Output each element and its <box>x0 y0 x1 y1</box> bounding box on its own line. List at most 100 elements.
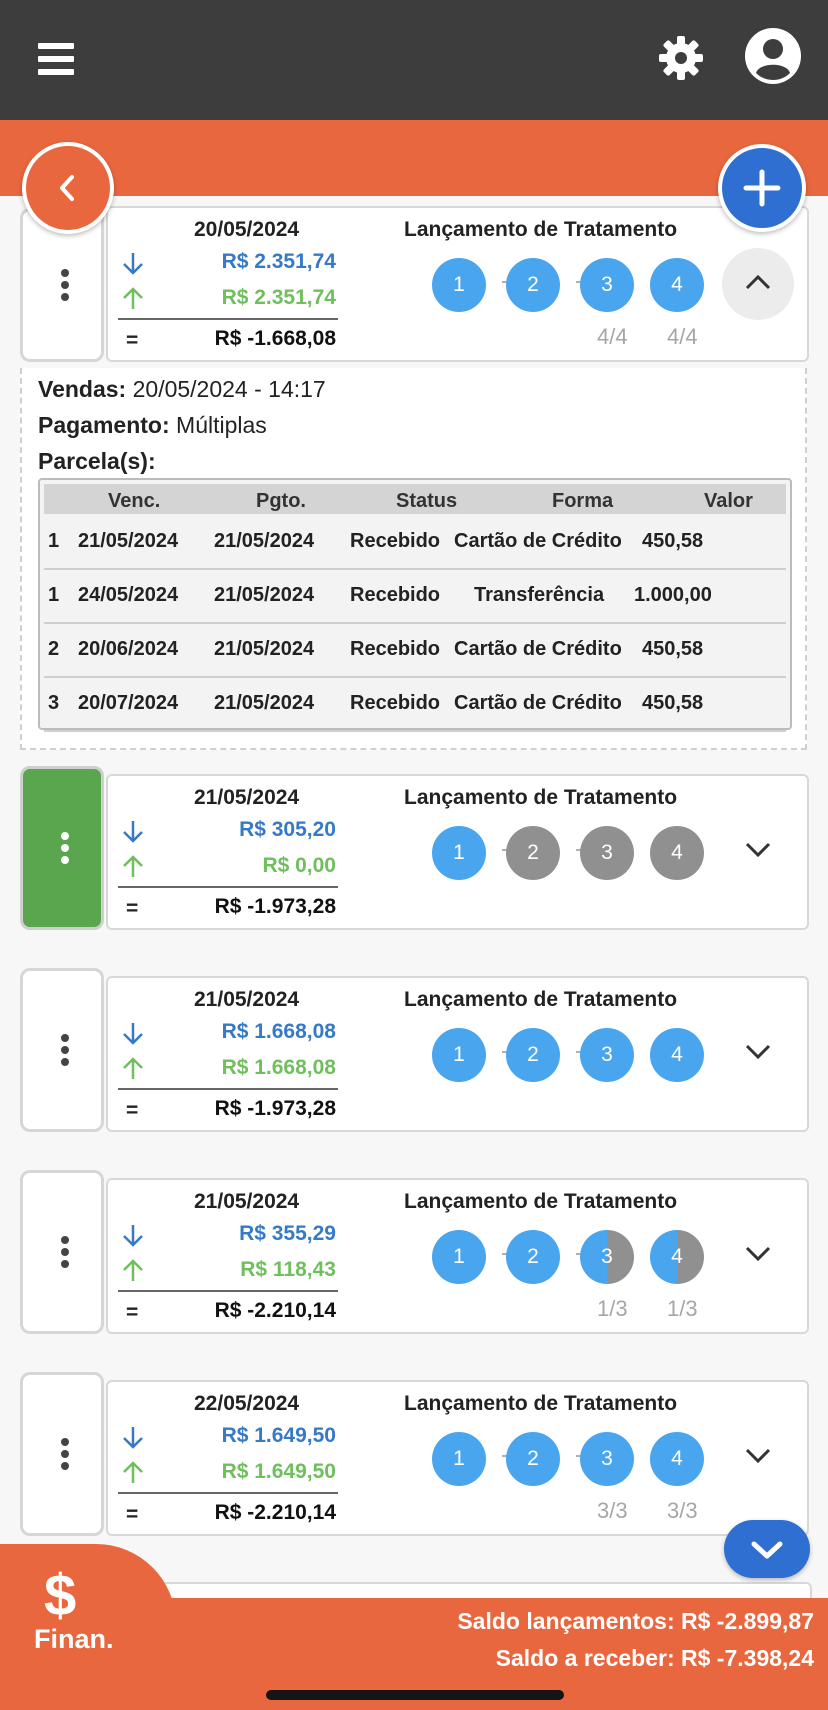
finance-tab-label[interactable]: Finan. <box>34 1624 114 1655</box>
chevron-up-icon <box>745 274 771 290</box>
step-3-progress: 4/4 <box>597 324 628 349</box>
entry-amount-in: R$ 305,20 <box>239 818 336 841</box>
card-body[interactable]: 21/05/2024 R$ 305,20 R$ 0,00 = R$ -1.973… <box>106 774 809 930</box>
entry-title: Lançamento de Tratamento <box>404 218 678 241</box>
equals-sign: = <box>126 1301 139 1324</box>
pagamento-label: Pagamento: <box>38 412 170 438</box>
paid-date: 21/05/2024 <box>214 638 315 660</box>
parcelas-label: Parcela(s): <box>38 448 156 474</box>
card-body[interactable]: 21/05/2024 R$ 355,29 R$ 118,43 = R$ -2.2… <box>106 1178 809 1334</box>
step-3-indicator: 3 <box>580 1230 634 1284</box>
step-4-indicator: 4 <box>650 826 704 880</box>
expand-button[interactable] <box>722 816 794 888</box>
entry-amount-out: R$ 118,43 <box>240 1258 336 1281</box>
equals-sign: = <box>126 1099 139 1122</box>
step-1-indicator: 1 <box>432 1432 486 1486</box>
status: Recebido <box>350 692 441 714</box>
card-options-handle[interactable] <box>20 968 104 1132</box>
entry-date: 21/05/2024 <box>194 1190 300 1213</box>
vendas-row: Vendas: 20/05/2024 - 14:17 <box>38 376 326 403</box>
card-body[interactable]: 21/05/2024 R$ 1.668,08 R$ 1.668,08 = R$ … <box>106 976 809 1132</box>
chevron-down-icon <box>745 842 771 858</box>
step-2-indicator: 2 <box>506 826 560 880</box>
entry-card: 21/05/2024 R$ 305,20 R$ 0,00 = R$ -1.973… <box>20 766 809 930</box>
entry-amount-out: R$ 1.668,08 <box>221 1056 336 1079</box>
expand-button[interactable] <box>722 1018 794 1090</box>
plus-icon <box>743 169 781 207</box>
step-3-progress: 3/3 <box>597 1498 628 1523</box>
entry-details-panel: Vendas: 20/05/2024 - 14:17 Pagamento: Mú… <box>20 368 807 750</box>
gear-icon[interactable] <box>656 33 706 83</box>
entry-card: 21/05/2024 R$ 355,29 R$ 118,43 = R$ -2.2… <box>20 1170 809 1334</box>
step-3-indicator: 3 <box>580 826 634 880</box>
card-body[interactable]: 20/05/2024 R$ 2.351,74 R$ 2.351,74 = R$ … <box>106 206 809 362</box>
collapse-button[interactable] <box>722 248 794 320</box>
home-indicator <box>266 1690 564 1700</box>
payment-method: Transferência <box>474 584 605 606</box>
amount: 450,58 <box>642 530 704 552</box>
sum-divider <box>118 886 338 888</box>
hamburger-menu-icon[interactable] <box>38 43 74 75</box>
entry-amount-in: R$ 355,29 <box>239 1222 336 1245</box>
step-4-indicator: 4 <box>650 258 704 312</box>
payment-method: Cartão de Crédito <box>454 638 622 660</box>
table-row: 1 24/05/2024 21/05/2024 Recebido Transfe… <box>44 568 786 624</box>
step-3-indicator: 3 <box>580 1028 634 1082</box>
due-date: 21/05/2024 <box>78 530 179 552</box>
entry-amount-in: R$ 2.351,74 <box>221 250 336 273</box>
installment-number: 2 <box>48 638 60 660</box>
amount: 450,58 <box>642 692 704 714</box>
step-3-indicator: 3 <box>580 1432 634 1486</box>
back-button[interactable] <box>22 142 114 234</box>
table-row: 3 20/07/2024 21/05/2024 Recebido Cartão … <box>44 676 786 732</box>
chevron-down-icon <box>745 1246 771 1262</box>
add-entry-button[interactable] <box>718 144 806 232</box>
payment-method: Cartão de Crédito <box>454 530 622 552</box>
pagamento-value: Múltiplas <box>176 412 267 438</box>
entry-card: 22/05/2024 R$ 1.649,50 R$ 1.649,50 = R$ … <box>20 1372 809 1536</box>
step-1-indicator: 1 <box>432 1230 486 1284</box>
arrow-down-icon <box>123 821 143 843</box>
dollar-icon[interactable]: $ <box>44 1562 76 1629</box>
scroll-down-button[interactable] <box>724 1520 810 1578</box>
entry-balance: R$ -2.210,14 <box>214 1501 336 1524</box>
expand-button[interactable] <box>722 1220 794 1292</box>
step-2-indicator: 2 <box>506 1028 560 1082</box>
step-4-indicator: 4 <box>650 1230 704 1284</box>
paid-date: 21/05/2024 <box>214 530 315 552</box>
status: Recebido <box>350 584 441 606</box>
entry-amount-out: R$ 2.351,74 <box>221 286 336 309</box>
installments-table: Venc. Pgto. Status Forma Valor 1 21/05/2… <box>38 478 792 732</box>
step-1-indicator: 1 <box>432 258 486 312</box>
installment-number: 1 <box>48 530 60 552</box>
step-2-indicator: 2 <box>506 1230 560 1284</box>
installment-number: 3 <box>48 692 60 714</box>
header-accent-band <box>0 120 828 196</box>
top-app-bar <box>0 0 828 120</box>
expand-button[interactable] <box>722 1422 794 1494</box>
arrow-up-icon <box>123 287 143 309</box>
installment-number: 1 <box>48 584 60 606</box>
due-date: 20/07/2024 <box>78 692 179 714</box>
sum-divider <box>118 1290 338 1292</box>
entry-card: 20/05/2024 R$ 2.351,74 R$ 2.351,74 = R$ … <box>20 198 809 362</box>
vendas-value: 20/05/2024 - 14:17 <box>132 376 326 402</box>
card-body[interactable]: 22/05/2024 R$ 1.649,50 R$ 1.649,50 = R$ … <box>106 1380 809 1536</box>
card-options-handle[interactable] <box>20 1372 104 1536</box>
step-4-progress: 4/4 <box>667 324 698 349</box>
more-vertical-icon <box>60 1434 70 1474</box>
paid-date: 21/05/2024 <box>214 692 315 714</box>
step-3-progress: 1/3 <box>597 1296 628 1321</box>
card-options-handle[interactable] <box>20 766 104 930</box>
table-header: Venc. Pgto. Status Forma Valor <box>44 484 786 514</box>
entry-amount-out: R$ 1.649,50 <box>221 1460 336 1483</box>
step-1-indicator: 1 <box>432 826 486 880</box>
equals-sign: = <box>126 1503 139 1526</box>
card-options-handle[interactable] <box>20 1170 104 1334</box>
equals-sign: = <box>126 897 139 920</box>
due-date: 24/05/2024 <box>78 584 179 606</box>
arrow-up-icon <box>123 855 143 877</box>
user-profile-icon[interactable] <box>744 27 802 85</box>
entry-amount-out: R$ 0,00 <box>262 854 336 877</box>
entry-title: Lançamento de Tratamento <box>404 988 678 1011</box>
